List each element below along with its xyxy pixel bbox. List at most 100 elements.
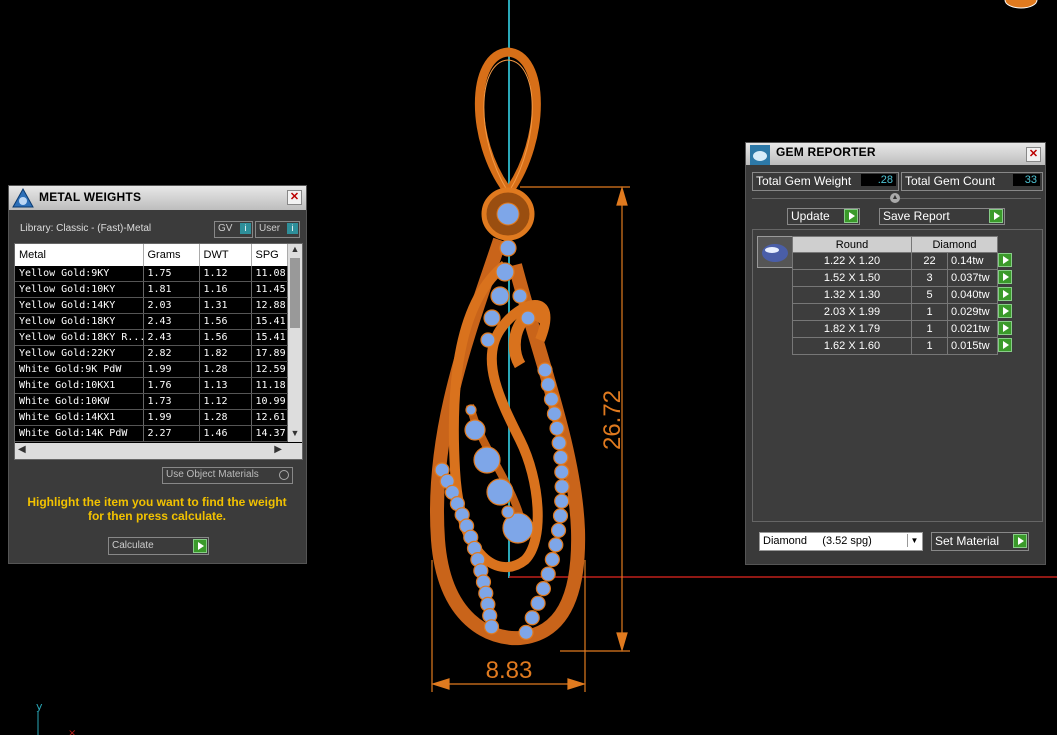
metal-weights-titlebar[interactable]: METAL WEIGHTS ✕ bbox=[9, 186, 306, 210]
grams-cell: 1.99 bbox=[143, 361, 200, 378]
world-axis-y-label: y bbox=[36, 700, 43, 713]
gem-stone[interactable] bbox=[540, 376, 556, 393]
table-row[interactable]: White Gold:10KX1 1.76 1.13 11.18 bbox=[15, 377, 288, 394]
calculate-button[interactable]: Calculate bbox=[108, 537, 209, 555]
dwt-cell: 1.56 bbox=[199, 313, 252, 330]
gem-stone[interactable] bbox=[546, 406, 563, 422]
metal-cell: Yellow Gold:22KY bbox=[15, 345, 144, 362]
gem-stone[interactable] bbox=[551, 435, 567, 451]
table-row[interactable]: White Gold:14K PdW 2.27 1.46 14.37 bbox=[15, 425, 288, 442]
metal-table-vscrollbar[interactable]: ▲ ▼ bbox=[288, 244, 302, 442]
metal-cell: Yellow Gold:10KY bbox=[15, 281, 144, 298]
metal-weights-table-container[interactable]: Metal Grams DWT SPG Yellow Gold:9KY 1.75 1… bbox=[14, 243, 303, 460]
gem-shape-thumbnail[interactable] bbox=[757, 236, 793, 268]
view-gizmo[interactable] bbox=[1004, 0, 1038, 9]
total-gem-weight-label: Total Gem Weight bbox=[756, 174, 852, 188]
gem-stone[interactable] bbox=[520, 310, 536, 326]
gem-stone[interactable] bbox=[548, 537, 564, 553]
material-select[interactable]: Diamond (3.52 spg) ▼ bbox=[759, 532, 923, 551]
gem-stone[interactable] bbox=[537, 362, 553, 378]
dwt-cell: 1.28 bbox=[199, 361, 252, 378]
gem-stone[interactable] bbox=[483, 619, 500, 635]
gem-row[interactable]: 1.62 X 1.60 1 0.015tw bbox=[792, 337, 1015, 355]
table-row[interactable]: Yellow Gold:9KY 1.75 1.12 11.08 bbox=[15, 266, 288, 282]
scroll-right-icon[interactable]: ▶ bbox=[274, 444, 282, 455]
gem-reporter-close-button[interactable]: ✕ bbox=[1026, 147, 1041, 162]
gem-stone[interactable] bbox=[554, 479, 570, 495]
gem-stone[interactable] bbox=[553, 449, 569, 466]
gem-stone[interactable] bbox=[499, 239, 517, 257]
gem-row[interactable]: 1.82 X 1.79 1 0.021tw bbox=[792, 320, 1015, 338]
table-row[interactable]: Yellow Gold:18KY R... 2.43 1.56 15.41 bbox=[15, 329, 288, 346]
metal-table-hscrollbar[interactable]: ◀ ▶ bbox=[15, 443, 302, 459]
spg-cell: 12.59 bbox=[251, 361, 288, 378]
gem-stone[interactable] bbox=[483, 309, 501, 327]
gem-stone[interactable] bbox=[554, 493, 570, 509]
table-row[interactable]: Yellow Gold:22KY 2.82 1.82 17.89 bbox=[15, 345, 288, 362]
vscroll-thumb[interactable] bbox=[290, 258, 300, 328]
gem-stone[interactable] bbox=[495, 262, 515, 282]
scroll-up-icon[interactable]: ▲ bbox=[288, 244, 302, 258]
gem-stone[interactable] bbox=[524, 610, 540, 626]
table-row[interactable]: White Gold:14KX1 1.99 1.28 12.61 bbox=[15, 409, 288, 426]
library-label: Library: Classic - (Fast)-Metal bbox=[20, 223, 152, 234]
use-object-materials-button[interactable]: Use Object Materials bbox=[162, 467, 293, 484]
material-header: Diamond bbox=[911, 236, 998, 253]
gem-reporter-titlebar[interactable]: GEM REPORTER ✕ bbox=[746, 143, 1045, 165]
scroll-down-icon[interactable]: ▼ bbox=[288, 428, 302, 442]
gem-row[interactable]: 2.03 X 1.99 1 0.029tw bbox=[792, 303, 1015, 321]
gem-row-select-button[interactable] bbox=[998, 286, 1015, 304]
gem-stone[interactable] bbox=[554, 464, 570, 480]
collapse-handle-icon[interactable]: ▲ bbox=[890, 193, 900, 203]
gem-stone[interactable] bbox=[501, 505, 515, 519]
table-row[interactable]: Yellow Gold:18KY 2.43 1.56 15.41 bbox=[15, 313, 288, 330]
gem-stone[interactable] bbox=[550, 522, 567, 538]
gem-stone[interactable] bbox=[464, 419, 486, 441]
gem-row-select-button[interactable] bbox=[998, 252, 1015, 270]
col-header-spg[interactable]: SPG bbox=[251, 244, 288, 266]
gem-stone[interactable] bbox=[512, 288, 528, 304]
gem-stone[interactable] bbox=[543, 391, 560, 407]
gem-stone[interactable] bbox=[544, 551, 560, 568]
table-row[interactable]: Yellow Gold:14KY 2.03 1.31 12.88 bbox=[15, 297, 288, 314]
gv-toggle[interactable]: GV i bbox=[214, 221, 253, 238]
gem-stone[interactable] bbox=[530, 595, 546, 611]
gem-count-cell: 5 bbox=[911, 286, 948, 304]
gem-stone[interactable] bbox=[549, 420, 565, 436]
col-header-grams[interactable]: Grams bbox=[143, 244, 200, 266]
gem-row-select-button[interactable] bbox=[998, 320, 1015, 338]
gem-stone[interactable] bbox=[518, 624, 534, 640]
table-row[interactable]: White Gold:9K PdW 1.99 1.28 12.59 bbox=[15, 361, 288, 378]
save-report-button[interactable]: Save Report bbox=[879, 208, 1005, 225]
gem-stone[interactable] bbox=[552, 508, 569, 524]
gem-stone[interactable] bbox=[486, 478, 514, 506]
table-row[interactable]: White Gold:10KW 1.73 1.12 10.99 bbox=[15, 393, 288, 410]
scroll-left-icon[interactable]: ◀ bbox=[18, 444, 26, 455]
metal-weights-close-button[interactable]: ✕ bbox=[287, 190, 302, 205]
gem-stone[interactable] bbox=[535, 581, 552, 597]
gem-row[interactable]: 1.32 X 1.30 5 0.040tw bbox=[792, 286, 1015, 304]
user-toggle[interactable]: User i bbox=[255, 221, 300, 238]
gem-stone[interactable] bbox=[473, 446, 501, 474]
gem-stone[interactable] bbox=[490, 286, 510, 306]
gem-stone[interactable] bbox=[496, 202, 520, 226]
gem-row[interactable]: 1.52 X 1.50 3 0.037tw bbox=[792, 269, 1015, 287]
metal-cell: White Gold:14K PdW bbox=[15, 425, 144, 442]
col-header-metal[interactable]: Metal bbox=[15, 244, 144, 266]
gem-row-select-button[interactable] bbox=[998, 303, 1015, 321]
metal-cell: Yellow Gold:18KY bbox=[15, 313, 144, 330]
metal-weights-logo-icon bbox=[12, 187, 34, 208]
gem-row[interactable]: 1.22 X 1.20 22 0.14tw bbox=[792, 252, 1015, 270]
col-header-dwt[interactable]: DWT bbox=[199, 244, 252, 266]
update-button[interactable]: Update bbox=[787, 208, 860, 225]
gem-stone[interactable] bbox=[480, 332, 496, 348]
gem-row-select-button[interactable] bbox=[998, 269, 1015, 287]
gem-reporter-logo-icon bbox=[750, 145, 770, 165]
gem-stone[interactable] bbox=[540, 566, 556, 582]
material-select-value: Diamond (3.52 spg) bbox=[763, 535, 872, 547]
gem-stone[interactable] bbox=[465, 404, 477, 416]
set-material-button[interactable]: Set Material bbox=[931, 532, 1029, 551]
gem-row-select-button[interactable] bbox=[998, 337, 1015, 355]
play-icon bbox=[998, 337, 1012, 352]
table-row[interactable]: Yellow Gold:10KY 1.81 1.16 11.45 bbox=[15, 281, 288, 298]
